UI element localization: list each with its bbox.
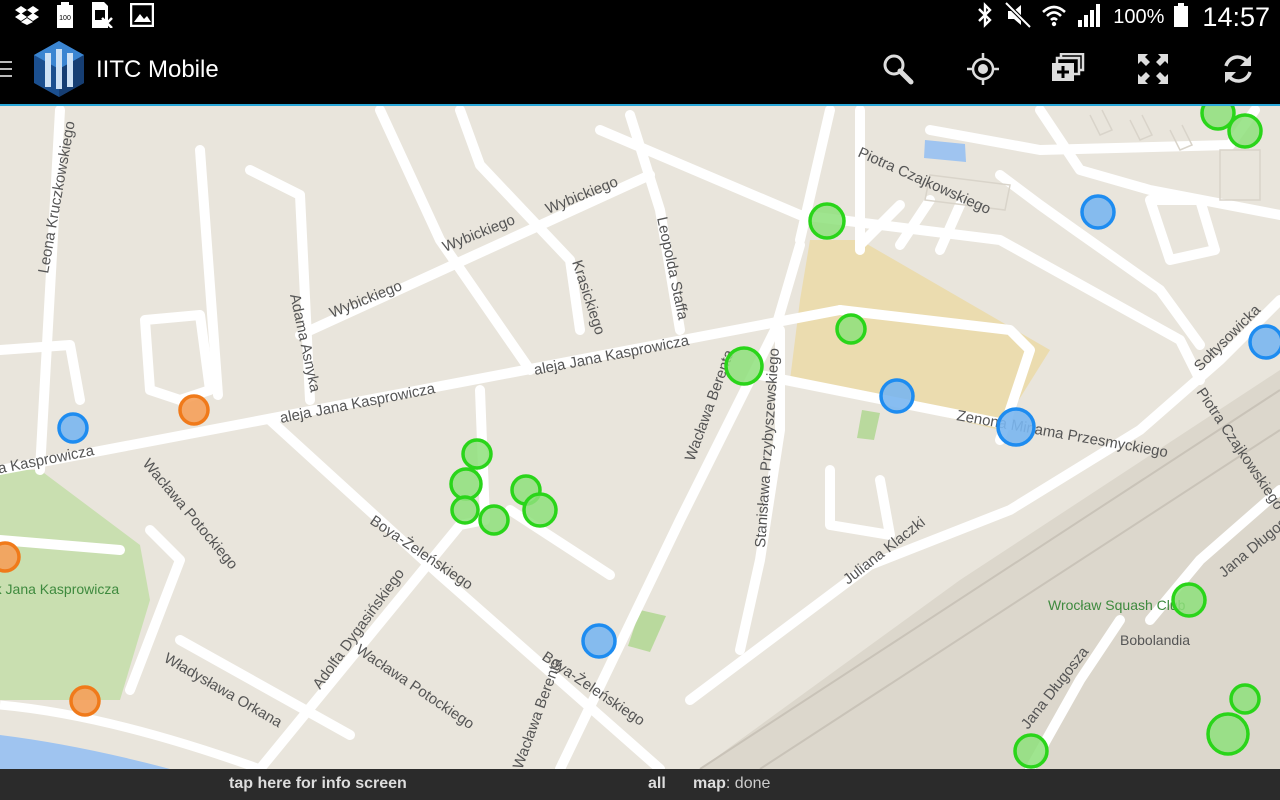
portal-enlightened <box>1171 582 1207 618</box>
refresh-icon <box>1223 55 1252 83</box>
street-label: Wacława Potockiego <box>353 641 477 733</box>
filter-label[interactable]: all <box>648 775 666 793</box>
bluetooth-icon <box>975 1 995 33</box>
street-label: aleja Jana Kasprowicza <box>533 332 692 379</box>
clock: 14:57 <box>1202 1 1270 32</box>
layers-button[interactable] <box>1025 34 1110 104</box>
portal-enlightened <box>1227 113 1263 149</box>
portal-resistance <box>879 378 915 414</box>
map-status-label: map <box>693 775 726 792</box>
river <box>0 735 170 769</box>
portal-resistance <box>996 407 1036 447</box>
search-icon <box>883 54 913 85</box>
portal-enlightened <box>1206 712 1250 756</box>
portal-enlightened <box>450 495 480 525</box>
app-title: IITC Mobile <box>96 56 219 83</box>
svg-text:100: 100 <box>59 15 71 22</box>
portal-enlightened <box>478 504 510 536</box>
portal-enlightened <box>1013 733 1049 769</box>
squash-club-label: Wrocław Squash Club <box>1048 597 1186 613</box>
intel-map[interactable]: Wybickiego Wybickiego Wybickiego Krasick… <box>0 106 1280 769</box>
info-screen-link[interactable]: tap here for info screen <box>229 775 407 793</box>
locate-button[interactable] <box>940 34 1025 104</box>
street-label: aleja Jana Kasprowicza <box>279 380 438 427</box>
sim-off-icon <box>90 1 114 33</box>
portal-enlightened <box>724 346 764 386</box>
portal-resistance <box>1080 194 1116 230</box>
pond <box>924 140 966 162</box>
portal-resistance <box>581 623 617 659</box>
portal-neutral <box>178 394 210 426</box>
image-icon <box>129 2 155 32</box>
street-label: Wybickiego <box>327 277 404 321</box>
bobolandia-label: Bobolandia <box>1120 632 1190 648</box>
refresh-button[interactable] <box>1195 34 1280 104</box>
portal-resistance <box>1248 324 1280 360</box>
locate-icon <box>966 53 999 85</box>
portal-enlightened <box>449 467 483 501</box>
fullscreen-icon <box>1137 54 1168 84</box>
status-bar: 100 100% 14:57 <box>0 0 1280 34</box>
battery-percent: 100% <box>1113 5 1165 28</box>
search-button[interactable] <box>855 34 940 104</box>
street-label: Wacława Potockiego <box>139 456 241 573</box>
park-label: Park Jana Kasprowicza <box>0 581 119 597</box>
map-canvas[interactable]: Wybickiego Wybickiego Wybickiego Krasick… <box>0 106 1280 769</box>
portal-neutral <box>69 685 101 717</box>
portal-resistance <box>57 412 89 444</box>
street-label: Wacława Berenta <box>510 655 566 769</box>
layers-icon <box>1051 53 1084 81</box>
wifi-icon <box>1041 3 1067 32</box>
green-patch <box>857 410 880 440</box>
app-logo[interactable] <box>32 40 86 98</box>
portal-enlightened <box>522 492 558 528</box>
battery-icon <box>1174 2 1189 32</box>
battery-100-icon: 100 <box>56 1 74 33</box>
street-label: Adama Asnyka <box>286 292 324 394</box>
map-status: map: done <box>693 775 770 793</box>
portal-enlightened <box>808 202 846 240</box>
dropbox-icon <box>14 5 40 30</box>
action-bar: IITC Mobile <box>0 34 1280 106</box>
portal-enlightened <box>835 313 867 345</box>
map-status-value: : done <box>725 775 771 792</box>
signal-icon <box>1077 3 1103 32</box>
portal-neutral <box>0 541 21 573</box>
drawer-toggle-icon[interactable] <box>0 61 12 77</box>
mute-icon <box>1004 1 1032 33</box>
footer-bar: tap here for info screen all map: done <box>0 769 1280 800</box>
fullscreen-button[interactable] <box>1110 34 1195 104</box>
portal-enlightened <box>461 438 493 470</box>
street-label: Leopolda Staffa <box>653 215 692 322</box>
portal-enlightened <box>1229 683 1261 715</box>
